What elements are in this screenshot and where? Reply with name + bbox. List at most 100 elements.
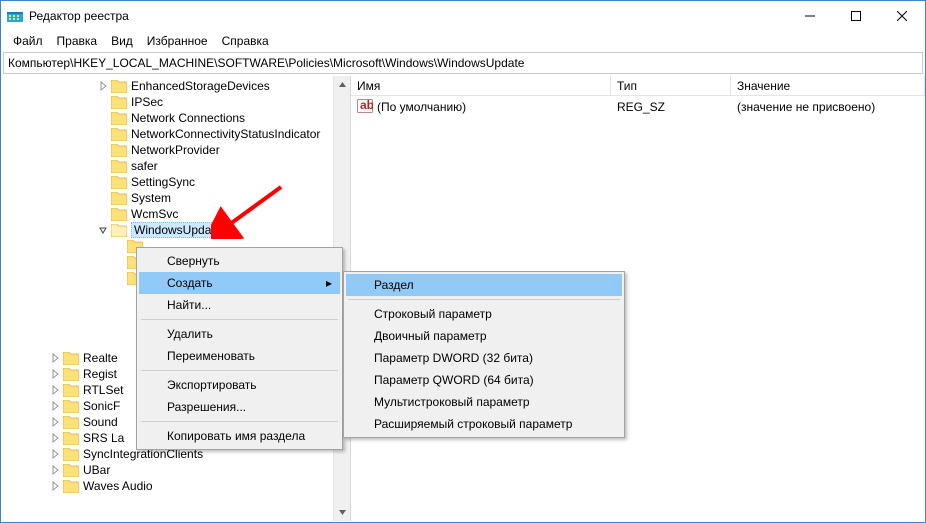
folder-icon — [63, 416, 79, 429]
chevron-right-icon[interactable] — [49, 416, 61, 428]
chevron-right-icon[interactable] — [49, 384, 61, 396]
menu-edit[interactable]: Правка — [51, 32, 104, 50]
tree-node[interactable]: Network Connections — [1, 110, 350, 126]
titlebar: Редактор реестра — [1, 1, 925, 31]
close-button[interactable] — [879, 1, 925, 31]
folder-icon — [111, 192, 127, 205]
string-value-icon: ab — [357, 99, 373, 116]
context-submenu-new: Раздел Строковый параметр Двоичный парам… — [343, 271, 625, 438]
menu-export[interactable]: Экспортировать — [139, 374, 340, 396]
expander-placeholder — [97, 208, 109, 220]
context-menu-key: Свернуть Создать▸ Найти... Удалить Переи… — [136, 247, 343, 450]
menu-rename[interactable]: Переименовать — [139, 345, 340, 367]
tree-node[interactable]: NetworkProvider — [1, 142, 350, 158]
tree-node-label: Network Connections — [131, 111, 245, 125]
chevron-right-icon[interactable] — [49, 368, 61, 380]
expander-placeholder — [97, 96, 109, 108]
folder-icon — [111, 224, 127, 237]
expander-placeholder — [97, 160, 109, 172]
column-value[interactable]: Значение — [731, 76, 925, 95]
folder-icon — [63, 368, 79, 381]
tree-node[interactable]: NetworkConnectivityStatusIndicator — [1, 126, 350, 142]
tree-node-label: SRS La — [83, 431, 124, 445]
menu-new-binary[interactable]: Двоичный параметр — [346, 325, 622, 347]
menu-favorites[interactable]: Избранное — [141, 32, 214, 50]
menu-new-key[interactable]: Раздел — [346, 274, 622, 296]
tree-node-label: WindowsUpdate — [131, 222, 224, 238]
tree-node[interactable]: System — [1, 190, 350, 206]
folder-icon — [111, 208, 127, 221]
address-text: Компьютер\HKEY_LOCAL_MACHINE\SOFTWARE\Po… — [8, 56, 524, 70]
menu-delete[interactable]: Удалить — [139, 323, 340, 345]
expander-placeholder — [97, 144, 109, 156]
tree-node-label: EnhancedStorageDevices — [131, 79, 270, 93]
svg-text:ab: ab — [360, 99, 373, 112]
expander-placeholder — [97, 192, 109, 204]
menu-new-qword[interactable]: Параметр QWORD (64 бита) — [346, 369, 622, 391]
column-type[interactable]: Тип — [611, 76, 731, 95]
tree-node[interactable]: UBar — [1, 462, 350, 478]
menu-collapse[interactable]: Свернуть — [139, 250, 340, 272]
window-title: Редактор реестра — [29, 9, 787, 23]
folder-icon — [111, 144, 127, 157]
menu-new-dword[interactable]: Параметр DWORD (32 бита) — [346, 347, 622, 369]
chevron-right-icon[interactable] — [49, 480, 61, 492]
folder-icon — [111, 80, 127, 93]
chevron-down-icon[interactable] — [97, 224, 109, 236]
minimize-button[interactable] — [787, 1, 833, 31]
scroll-down-button[interactable] — [334, 504, 350, 521]
menu-new-string[interactable]: Строковый параметр — [346, 303, 622, 325]
regedit-icon — [7, 8, 23, 24]
folder-icon — [63, 448, 79, 461]
submenu-arrow-icon: ▸ — [326, 276, 332, 290]
menu-help[interactable]: Справка — [216, 32, 275, 50]
folder-icon — [63, 480, 79, 493]
tree-node-label: RTLSet — [83, 383, 123, 397]
registry-editor-window: Редактор реестра Файл Правка Вид Избранн… — [0, 0, 926, 523]
list-header: Имя Тип Значение — [351, 76, 925, 96]
tree-node-label: System — [131, 191, 171, 205]
menu-file[interactable]: Файл — [7, 32, 49, 50]
chevron-right-icon[interactable] — [49, 448, 61, 460]
tree-node-label: IPSec — [131, 95, 163, 109]
address-bar[interactable]: Компьютер\HKEY_LOCAL_MACHINE\SOFTWARE\Po… — [3, 52, 923, 74]
maximize-button[interactable] — [833, 1, 879, 31]
list-row[interactable]: ab (По умолчанию) REG_SZ (значение не пр… — [351, 98, 925, 116]
tree-node[interactable]: SettingSync — [1, 174, 350, 190]
tree-node[interactable]: WindowsUpdate — [1, 222, 350, 238]
tree-node-label: Regist — [83, 367, 117, 381]
tree-node[interactable]: safer — [1, 158, 350, 174]
chevron-right-icon[interactable] — [49, 400, 61, 412]
folder-icon — [111, 96, 127, 109]
tree-node[interactable]: IPSec — [1, 94, 350, 110]
tree-node[interactable]: EnhancedStorageDevices — [1, 78, 350, 94]
menu-copy-key-name[interactable]: Копировать имя раздела — [139, 425, 340, 447]
folder-icon — [63, 464, 79, 477]
chevron-right-icon[interactable] — [49, 464, 61, 476]
folder-icon — [63, 384, 79, 397]
tree-node-label: safer — [131, 159, 158, 173]
tree-node-label: WcmSvc — [131, 207, 178, 221]
tree-node-label: SettingSync — [131, 175, 195, 189]
folder-icon — [111, 176, 127, 189]
tree-node[interactable]: WcmSvc — [1, 206, 350, 222]
chevron-right-icon[interactable] — [49, 352, 61, 364]
folder-icon — [111, 112, 127, 125]
column-name[interactable]: Имя — [351, 76, 611, 95]
chevron-right-icon[interactable] — [97, 80, 109, 92]
chevron-right-icon[interactable] — [49, 432, 61, 444]
tree-node-label: UBar — [83, 463, 110, 477]
menu-find[interactable]: Найти... — [139, 294, 340, 316]
tree-node-label: Waves Audio — [83, 479, 153, 493]
tree-node-label: Realte — [83, 351, 118, 365]
expander-placeholder — [97, 176, 109, 188]
menu-permissions[interactable]: Разрешения... — [139, 396, 340, 418]
menu-new[interactable]: Создать▸ — [139, 272, 340, 294]
menu-view[interactable]: Вид — [105, 32, 139, 50]
menu-new-multistring[interactable]: Мультистроковый параметр — [346, 391, 622, 413]
folder-icon — [111, 128, 127, 141]
folder-icon — [63, 352, 79, 365]
tree-node[interactable]: Waves Audio — [1, 478, 350, 494]
menu-new-expandstring[interactable]: Расширяемый строковый параметр — [346, 413, 622, 435]
scroll-up-button[interactable] — [334, 76, 350, 93]
